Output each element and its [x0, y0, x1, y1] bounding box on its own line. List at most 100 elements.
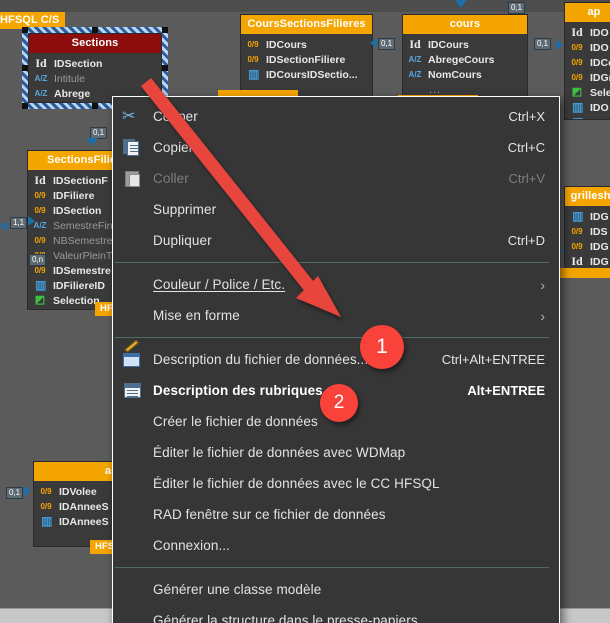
field-label: Abrege: [54, 87, 91, 100]
field-label: IDG: [590, 240, 609, 253]
table-courssectionsfilieres[interactable]: CoursSectionsFilieres 0/9 IDCours 0/9 ID…: [240, 14, 373, 97]
field-label: IDSection: [54, 57, 103, 70]
menu-item-label: Dupliquer: [153, 233, 212, 248]
table-sections[interactable]: Sections Id IDSection A/Z Intitule A/Z A…: [28, 33, 162, 103]
paste-icon: [113, 169, 153, 189]
table-row[interactable]: ▥ IDO: [565, 100, 610, 115]
field-label: Sele: [590, 86, 610, 99]
cardinality-chip: 0,n: [29, 254, 47, 266]
table-row[interactable]: 0/9 IDCours: [241, 37, 372, 52]
table-row[interactable]: Id IDSection: [29, 56, 161, 71]
field-label: IDVolee: [59, 485, 97, 498]
table-row[interactable]: 0/9 IDSectionFiliere: [241, 52, 372, 67]
menu-item-mise-en-forme[interactable]: Mise en forme ›: [113, 300, 559, 331]
table-fields: ▥ IDG 0/9 IDS 0/9 IDG Id IDG: [565, 206, 610, 273]
menu-item-description-fichier-donnees[interactable]: Description du fichier de données... Ctr…: [113, 339, 559, 375]
table-row[interactable]: ▥ IDCo: [565, 115, 610, 120]
field-label: Intitule: [54, 72, 85, 85]
menu-item-rad-fenetre[interactable]: RAD fenêtre sur ce fichier de données: [113, 499, 559, 530]
menu-item-editer-cc-hfsql[interactable]: Éditer le fichier de données avec le CC …: [113, 468, 559, 499]
menu-item-generer-classe-modele[interactable]: Générer une classe modèle: [113, 574, 559, 605]
id-key-icon: Id: [34, 173, 46, 187]
field-label: IDFiliere: [53, 189, 95, 202]
table-cours[interactable]: cours Id IDCours A/Z AbregeCours A/Z Nom…: [402, 14, 528, 102]
numeric-type-icon: 0/9: [247, 55, 259, 64]
table-fields: Id IDCours A/Z AbregeCours A/Z NomCours …: [403, 34, 527, 101]
pencil-window-icon: [113, 339, 153, 370]
context-menu[interactable]: ✂ Couper Ctrl+X Copier Ctrl+C Coller Ctr…: [112, 96, 560, 623]
menu-item-copier[interactable]: Copier Ctrl+C: [113, 132, 559, 163]
table-row[interactable]: 0/9 IDS: [565, 224, 610, 239]
menu-item-label: Copier: [153, 140, 194, 155]
table-row[interactable]: ◩ Sele: [565, 85, 610, 100]
table-fields: 0/9 IDCours 0/9 IDSectionFiliere ▥ IDCou…: [241, 34, 372, 86]
menu-item-label: Couper: [153, 109, 198, 124]
copy-icon: [113, 138, 153, 158]
table-row[interactable]: A/Z Intitule: [29, 71, 161, 86]
selection-icon: ◩: [571, 86, 583, 98]
step-badge-2: 2: [320, 384, 358, 422]
menu-item-supprimer[interactable]: Supprimer: [113, 194, 559, 225]
app-root: HFSQL C/S Sections Id IDSection A/Z Inti…: [0, 0, 610, 623]
composite-key-icon: ▥: [572, 209, 583, 223]
id-key-icon: Id: [571, 254, 583, 268]
field-label: IDO: [590, 101, 609, 114]
menu-item-label: Supprimer: [153, 202, 217, 217]
menu-item-couleur-police-etc[interactable]: Couleur / Police / Etc. ›: [113, 269, 559, 300]
resize-handle-n[interactable]: [92, 27, 98, 33]
menu-item-connexion[interactable]: Connexion...: [113, 530, 559, 561]
table-row[interactable]: A/Z AbregeCours: [403, 52, 527, 67]
table-row[interactable]: 0/9 IDG: [565, 239, 610, 254]
field-label: IDG: [590, 210, 609, 223]
composite-key-icon: ▥: [41, 514, 52, 528]
field-label: IDSectionFiliere: [266, 53, 346, 66]
hfsql-tag-strip: [560, 268, 610, 278]
numeric-type-icon: 0/9: [571, 242, 583, 251]
table-row[interactable]: 0/9 IDO: [565, 40, 610, 55]
menu-item-generer-structure-presse-papiers[interactable]: Générer la structure dans le presse-papi…: [113, 605, 559, 623]
table-row[interactable]: Id IDO: [565, 25, 610, 40]
table-ap[interactable]: ap Id IDO 0/9 IDO 0/9 IDCo 0/9 IDGr: [564, 2, 610, 120]
menu-item-dupliquer[interactable]: Dupliquer Ctrl+D: [113, 225, 559, 256]
numeric-type-icon: 0/9: [571, 73, 583, 82]
resize-handle-s[interactable]: [92, 103, 98, 109]
menu-item-accel: Alt+ENTREE: [467, 383, 545, 398]
table-row[interactable]: 0/9 IDGr: [565, 70, 610, 85]
step-badge-1: 1: [360, 325, 404, 369]
id-key-icon: Id: [571, 25, 583, 39]
field-label: IDAnneeS: [59, 500, 109, 513]
relation-arrow: [28, 216, 35, 226]
resize-handle-ne[interactable]: [162, 27, 168, 33]
resize-handle-w[interactable]: [22, 65, 28, 71]
resize-handle-sw[interactable]: [22, 103, 28, 109]
table-header-title: cours: [403, 15, 527, 34]
resize-handle-nw[interactable]: [22, 27, 28, 33]
table-row[interactable]: Id IDG: [565, 254, 610, 269]
menu-item-label: Coller: [153, 171, 189, 186]
resize-handle-e[interactable]: [162, 65, 168, 71]
relation-arrow: [556, 40, 563, 50]
table-row[interactable]: Id IDCours: [403, 37, 527, 52]
id-key-icon: Id: [409, 37, 421, 51]
table-row[interactable]: ▥ IDG: [565, 209, 610, 224]
composite-key-icon: ▥: [572, 100, 583, 114]
chevron-right-icon: ›: [540, 307, 545, 324]
table-row[interactable]: 0/9 IDCo: [565, 55, 610, 70]
scissors-icon: ✂: [122, 107, 136, 125]
table-row[interactable]: A/Z NomCours: [403, 67, 527, 82]
numeric-type-icon: 0/9: [34, 191, 46, 200]
field-label: IDO: [590, 41, 609, 54]
table-row[interactable]: ▥ IDCoursIDSectio...: [241, 67, 372, 82]
field-label: IDCours: [266, 38, 307, 51]
numeric-type-icon: 0/9: [34, 236, 46, 245]
menu-item-label: Description des rubriques...: [153, 383, 335, 398]
cardinality-chip: 0,1: [378, 38, 396, 50]
menu-item-couper[interactable]: ✂ Couper Ctrl+X: [113, 101, 559, 132]
field-label: IDSection: [53, 204, 102, 217]
field-label: Selection: [53, 294, 100, 307]
menu-item-editer-wdmap[interactable]: Éditer le fichier de données avec WDMap: [113, 437, 559, 468]
field-label: IDSemestre: [53, 264, 111, 277]
table-grillesho[interactable]: grillesho ▥ IDG 0/9 IDS 0/9 IDG Id IDG: [564, 186, 610, 276]
menu-item-label: Connexion...: [153, 538, 230, 553]
field-label: NomCours: [428, 68, 482, 81]
